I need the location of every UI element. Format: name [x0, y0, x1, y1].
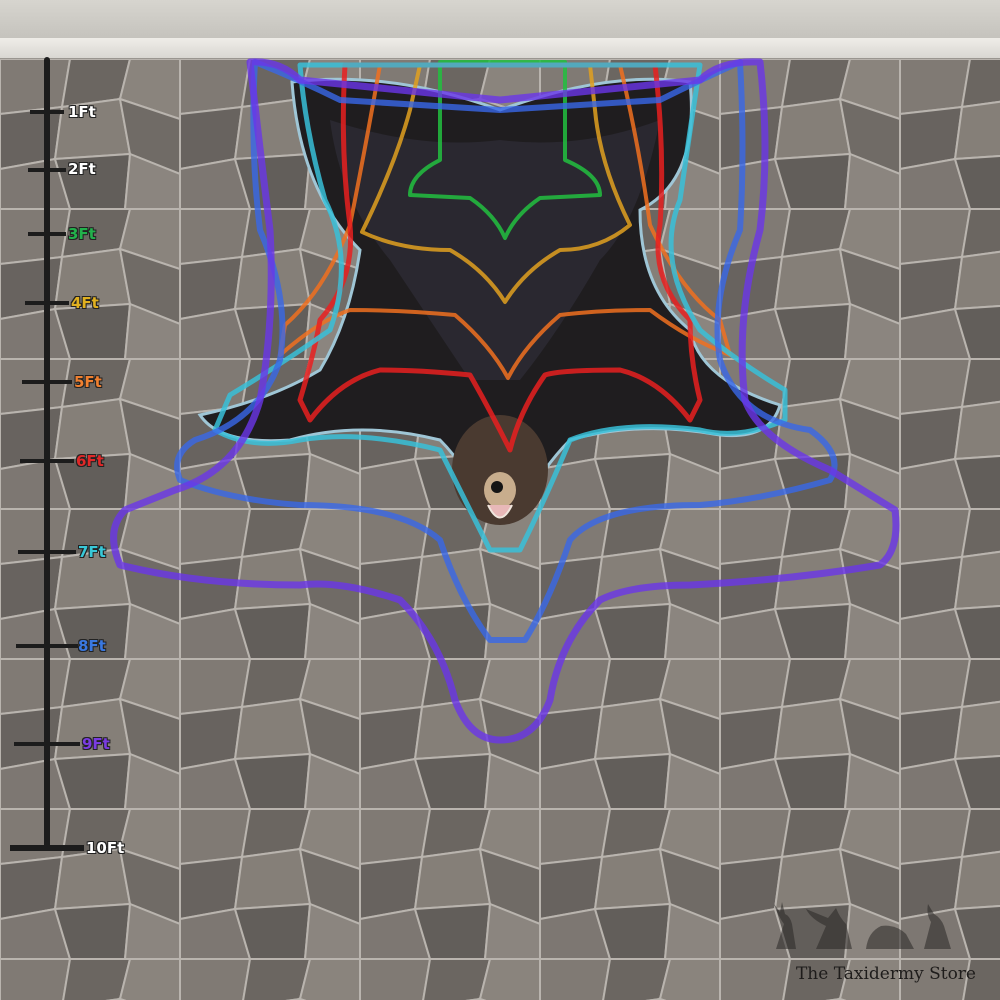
ruler-label-5ft: 5Ft — [74, 373, 102, 391]
animal-silhouettes-icon — [774, 902, 951, 949]
ruler-label-9ft: 9Ft — [82, 735, 110, 753]
ruler-label-4ft: 4Ft — [71, 294, 99, 312]
ruler-label-6ft: 6Ft — [76, 452, 104, 470]
ruler-label-8ft: 8Ft — [78, 637, 106, 655]
watermark-text: The Taxidermy Store — [795, 964, 976, 984]
outline-8ft — [174, 59, 838, 643]
outline-6ft — [297, 62, 703, 453]
outline-3ft — [408, 60, 602, 240]
ruler-label-3ft: 3Ft — [68, 225, 96, 243]
ruler-label-1ft: 1Ft — [68, 103, 96, 121]
bear-rug-size-chart: 1Ft 2Ft 3Ft 4Ft 5Ft 6Ft 7Ft 8Ft 9Ft 10Ft… — [0, 0, 1000, 1000]
ruler-label-2ft: 2Ft — [68, 160, 96, 178]
ruler-label-10ft: 10Ft — [86, 839, 125, 857]
watermark: The Taxidermy Store — [756, 894, 976, 984]
ruler-label-7ft: 7Ft — [78, 543, 106, 561]
